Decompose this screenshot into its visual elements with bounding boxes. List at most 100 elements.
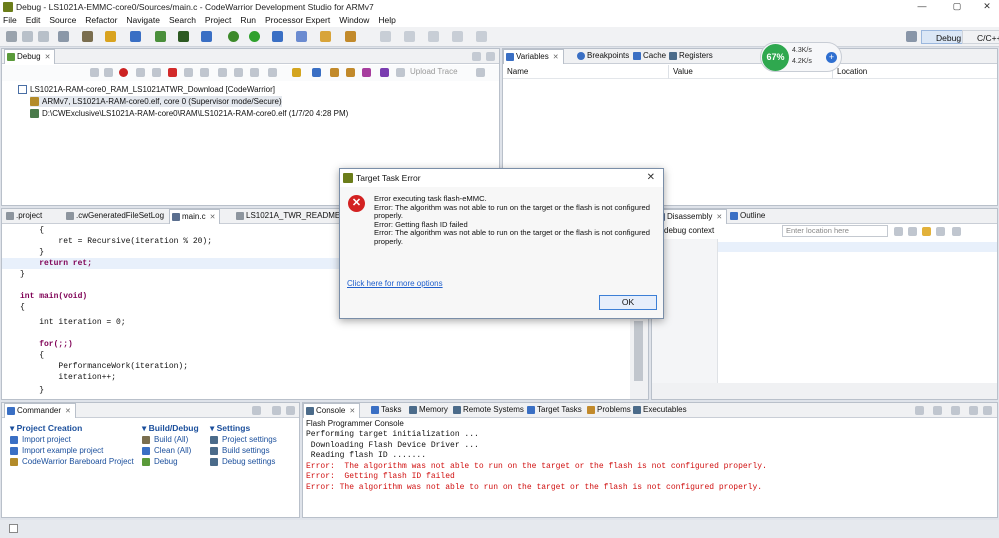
memory-icon[interactable] [178,31,189,42]
close-icon[interactable]: ✕ [65,408,71,415]
remove-all-icon[interactable] [104,68,113,77]
menu-edit[interactable]: Edit [26,15,41,25]
mode-icon[interactable] [362,68,371,77]
menu-file[interactable]: File [3,15,17,25]
dialog-close-icon[interactable]: ✕ [647,169,655,187]
external-tools-icon[interactable] [272,31,283,42]
tab-debug[interactable]: Debug ✕ [4,49,56,64]
maximize-view-icon[interactable] [983,406,992,415]
status-icon[interactable] [9,524,18,533]
menu-window[interactable]: Window [339,15,369,25]
open-type-icon[interactable] [296,31,307,42]
core-select-icon[interactable] [346,68,355,77]
perspective-debug[interactable]: Debug [921,30,966,44]
terminate-icon[interactable] [168,68,177,77]
step-over-icon[interactable] [234,68,243,77]
menu-project[interactable]: Project [205,15,231,25]
close-icon[interactable]: ✕ [349,408,355,415]
menu-run[interactable]: Run [240,15,256,25]
tab-target-tasks[interactable]: Target Tasks [525,403,586,418]
menu-processor-expert[interactable]: Processor Expert [265,15,330,25]
target-icon[interactable] [130,31,141,42]
tree-elf[interactable]: D:\CWExclusive\LS1021A-RAM-core0\RAM\LS1… [30,108,348,119]
debug-link[interactable]: Debug [142,456,208,467]
run-icon[interactable] [249,31,260,42]
properties-icon[interactable] [58,31,69,42]
remove-launch-icon[interactable] [90,68,99,77]
step-return-icon[interactable] [250,68,259,77]
close-icon[interactable]: ✕ [210,214,216,221]
tab-variables[interactable]: Variables ✕ [503,49,564,64]
next-annotation-icon[interactable] [428,31,439,42]
trace-dropdown-icon[interactable] [396,68,405,77]
forward-icon[interactable] [476,31,487,42]
disconnect-icon[interactable] [184,68,193,77]
step-into-icon[interactable] [218,68,227,77]
menu-help[interactable]: Help [378,15,395,25]
open-console-icon[interactable] [951,406,960,415]
menu-source[interactable]: Source [49,15,76,25]
maximize-button[interactable]: ▢ [945,0,969,13]
save-icon[interactable] [22,31,33,42]
tab-project[interactable]: .project [4,209,46,224]
scroll-thumb[interactable] [634,321,643,381]
console-output[interactable]: Performing target initialization ... Dow… [303,430,997,517]
macro-icon[interactable] [380,68,389,77]
menu-refactor[interactable]: Refactor [85,15,117,25]
edit-tool-icon[interactable] [345,31,356,42]
display-console-icon[interactable] [933,406,942,415]
maximize-view-icon[interactable] [286,406,295,415]
import-project-link[interactable]: Import project [10,434,140,445]
ok-button[interactable]: OK [599,295,657,310]
tab-readme[interactable]: LS1021A_TWR_README.txt [234,209,355,224]
maximize-view-icon[interactable] [486,52,495,61]
debug-settings-link[interactable]: Debug settings [210,456,300,467]
multicore-icon[interactable] [312,68,321,77]
col-name[interactable]: Name [503,65,669,79]
connect-icon[interactable] [201,31,212,42]
resume-icon[interactable] [136,68,145,77]
close-icon[interactable]: ✕ [45,54,51,61]
perspective-cc[interactable]: C/C++ [962,30,999,44]
search-tool-icon[interactable] [320,31,331,42]
new-icon[interactable] [6,31,17,42]
refresh-icon[interactable] [894,227,903,236]
tab-disassembly[interactable]: Disassembly ✕ [654,209,728,224]
tab-main-c[interactable]: main.c ✕ [169,209,221,224]
suspend-icon[interactable] [152,68,161,77]
tab-executables[interactable]: Executables [631,403,691,418]
import-example-link[interactable]: Import example project [10,445,140,456]
tab-cache[interactable]: Cache [631,49,670,64]
tab-problems[interactable]: Problems [585,403,635,418]
clean-all-link[interactable]: Clean (All) [142,445,208,456]
tab-cwgenerated[interactable]: .cwGeneratedFileSetLog [64,209,168,224]
tab-breakpoints[interactable]: Breakpoints [575,49,633,64]
col-location[interactable]: Location [833,65,997,79]
close-icon[interactable]: ✕ [553,54,559,61]
tree-launch[interactable]: LS1021A-RAM-core0_RAM_LS1021ATWR_Downloa… [18,84,275,95]
pen-icon[interactable] [380,31,391,42]
processor-icon[interactable] [155,31,166,42]
menu-search[interactable]: Search [169,15,196,25]
more-options-link[interactable]: Click here for more options [347,279,443,288]
pin-icon[interactable] [915,406,924,415]
tab-remote-systems[interactable]: Remote Systems [451,403,528,418]
minimize-view-icon[interactable] [272,406,281,415]
drop-to-frame-icon[interactable] [268,68,277,77]
tab-commander[interactable]: Commander ✕ [4,403,76,418]
debug-run-icon[interactable] [228,31,239,42]
reset-icon[interactable] [119,68,128,77]
build-all-link[interactable]: Build (All) [142,434,208,445]
link-icon[interactable] [908,227,917,236]
view-menu-icon[interactable] [952,227,961,236]
toggle-icon[interactable] [936,227,945,236]
location-input[interactable]: Enter location here [782,225,888,237]
menu-navigate[interactable]: Navigate [126,15,160,25]
plus-icon[interactable]: + [826,52,837,63]
tab-registers[interactable]: Registers [667,49,717,64]
commander-menu-icon[interactable] [252,406,261,415]
restart-icon[interactable] [200,68,209,77]
view-menu-icon[interactable] [476,68,485,77]
tab-outline[interactable]: Outline [728,209,769,224]
annotation-icon[interactable] [404,31,415,42]
